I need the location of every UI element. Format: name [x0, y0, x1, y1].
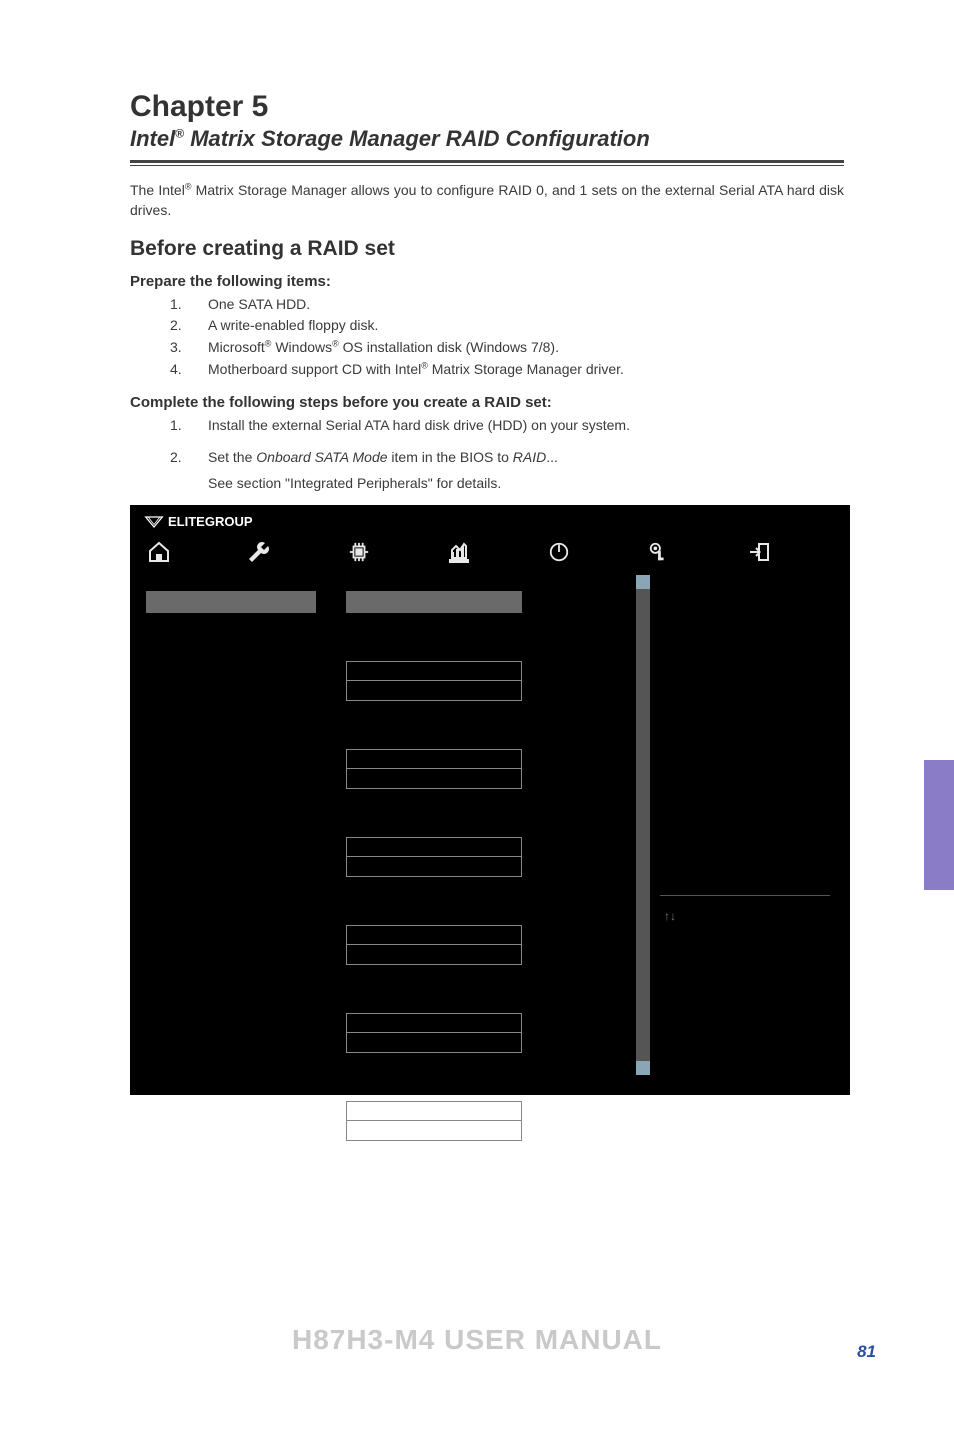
side-tab [924, 760, 954, 890]
chip-icon[interactable] [346, 539, 372, 565]
wrench-icon[interactable] [246, 539, 272, 565]
bios-label-box [146, 846, 316, 868]
list-item: 4. Motherboard support CD with Intel® Ma… [170, 359, 844, 381]
bios-logo: ELITEGROUP [144, 513, 253, 531]
bios-label-box [146, 670, 316, 692]
bios-row [146, 1013, 616, 1053]
scroll-down-icon[interactable] [636, 1061, 650, 1075]
bios-value-box[interactable] [346, 1101, 522, 1121]
bios-value-box[interactable] [346, 591, 522, 613]
prepare-heading: Prepare the following items: [130, 273, 844, 290]
bios-value-box[interactable] [346, 661, 522, 681]
list-item: 3. Microsoft® Windows® OS installation d… [170, 337, 844, 359]
intro-paragraph: The Intel® Matrix Storage Manager allows… [130, 180, 844, 221]
bios-row [146, 1101, 616, 1141]
bios-row [146, 749, 616, 789]
bios-value-box[interactable] [346, 749, 522, 769]
home-icon[interactable] [146, 539, 172, 565]
bios-body: ↑↓ [130, 565, 850, 1095]
divider [130, 160, 844, 166]
complete-note: See section "Integrated Peripherals" for… [130, 475, 844, 491]
list-item: 2. Set the Onboard SATA Mode item in the… [170, 447, 844, 469]
list-item: 1. One SATA HDD. [170, 294, 844, 316]
bios-value-box[interactable] [346, 681, 522, 701]
bios-label-box [146, 591, 316, 613]
help-divider [660, 895, 830, 896]
prepare-list: 1. One SATA HDD. 2. A write-enabled flop… [130, 294, 844, 381]
chart-icon[interactable] [446, 539, 472, 565]
bios-label-box [146, 1110, 316, 1132]
bios-value-box[interactable] [346, 945, 522, 965]
subtitle-rest: Matrix Storage Manager RAID Configuratio… [184, 126, 650, 151]
scroll-up-icon[interactable] [636, 575, 650, 589]
bios-row [146, 925, 616, 965]
bios-label-box [146, 1022, 316, 1044]
bios-tab-icons [144, 533, 836, 565]
chapter-title: Chapter 5 [130, 90, 844, 124]
bios-row [146, 591, 616, 613]
bios-right-panel: ↑↓ [632, 565, 844, 1089]
ecs-mark-icon [144, 515, 164, 529]
footer-brand: H87H3-M4 USER MANUAL [0, 1324, 954, 1356]
complete-list: 1. Install the external Serial ATA hard … [130, 415, 844, 468]
exit-icon[interactable] [746, 539, 772, 565]
key-icon[interactable] [646, 539, 672, 565]
complete-heading: Complete the following steps before you … [130, 394, 844, 411]
bios-value-box[interactable] [346, 1121, 522, 1141]
bios-logo-text: ELITEGROUP [168, 514, 253, 529]
arrow-hint: ↑↓ [664, 909, 676, 923]
bios-label-box [146, 758, 316, 780]
bios-left-panel [136, 565, 626, 1089]
section-heading: Before creating a RAID set [130, 237, 844, 261]
bios-row [146, 661, 616, 701]
subtitle-prefix: Intel [130, 126, 175, 151]
bios-label-box [146, 934, 316, 956]
bios-value-box[interactable] [346, 837, 522, 857]
registered-mark: ® [175, 127, 184, 141]
bios-value-box[interactable] [346, 769, 522, 789]
bios-row [146, 837, 616, 877]
bios-screenshot: ELITEGROUP [130, 505, 850, 1095]
bios-value-box[interactable] [346, 925, 522, 945]
power-icon[interactable] [546, 539, 572, 565]
list-item: 1. Install the external Serial ATA hard … [170, 415, 844, 437]
bios-value-box[interactable] [346, 857, 522, 877]
bios-value-box[interactable] [346, 1013, 522, 1033]
bios-value-box[interactable] [346, 1033, 522, 1053]
page-number: 81 [857, 1342, 876, 1362]
list-item: 2. A write-enabled floppy disk. [170, 315, 844, 337]
subtitle: Intel® Matrix Storage Manager RAID Confi… [130, 126, 844, 152]
scrollbar[interactable] [636, 575, 650, 1075]
